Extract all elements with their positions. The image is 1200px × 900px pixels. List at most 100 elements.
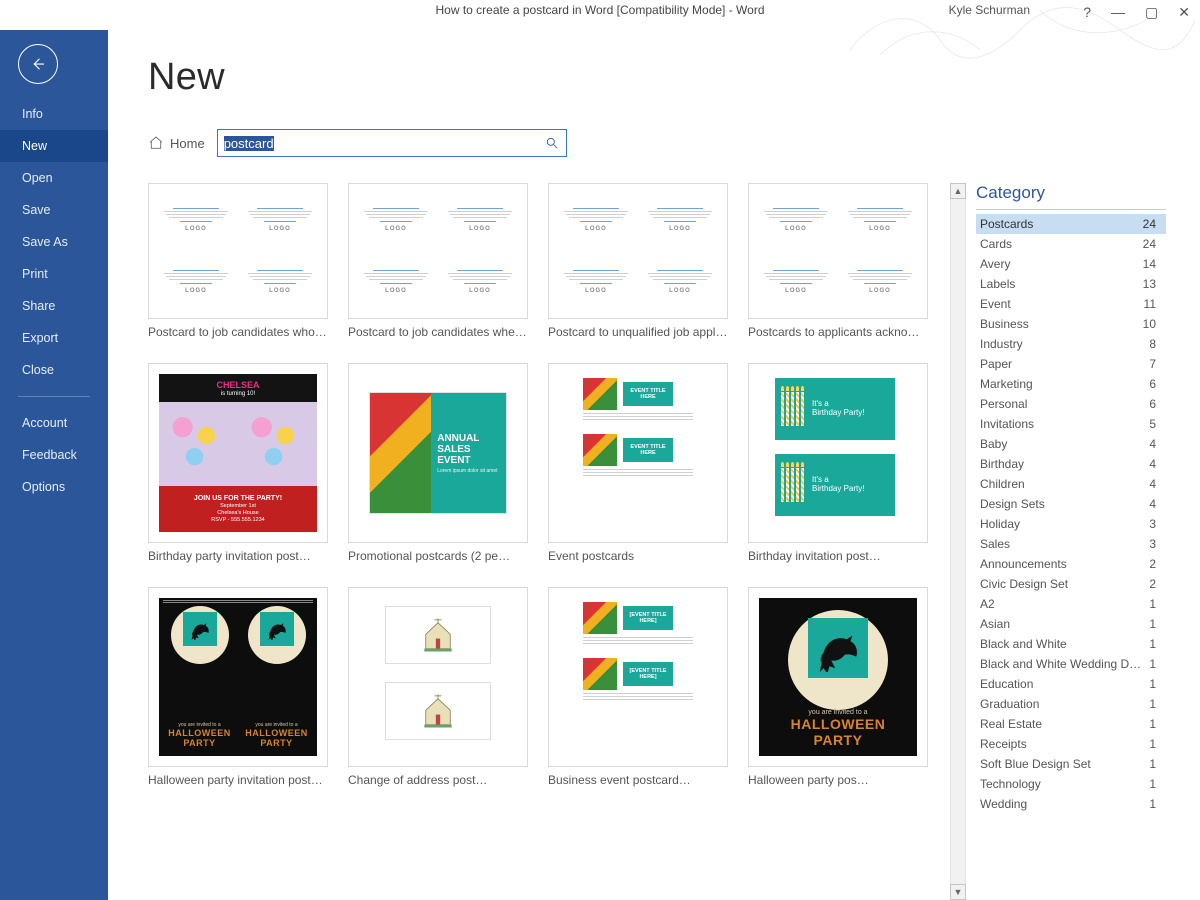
category-label: Black and White (980, 637, 1067, 651)
minimize-button[interactable]: — (1111, 4, 1125, 20)
category-graduation[interactable]: Graduation1 (976, 694, 1166, 714)
template-tile[interactable]: It's aBirthday Party!It's aBirthday Part… (748, 363, 928, 563)
template-tile[interactable]: [EVENT TITLE HERE][EVENT TITLE HERE]Busi… (548, 587, 728, 787)
search-input[interactable] (218, 130, 538, 156)
template-tile[interactable]: CHELSEAis turning 10!JOIN US FOR THE PAR… (148, 363, 328, 563)
template-tile[interactable]: you are invited to aHALLOWEENPARTYHallow… (748, 587, 928, 787)
template-label: Business event postcard… (548, 773, 728, 787)
category-label: Event (980, 297, 1011, 311)
category-design-sets[interactable]: Design Sets4 (976, 494, 1166, 514)
sidebar-item-account[interactable]: Account (0, 407, 108, 439)
category-sales[interactable]: Sales3 (976, 534, 1166, 554)
category-receipts[interactable]: Receipts1 (976, 734, 1166, 754)
scroll-down-button[interactable]: ▼ (950, 884, 966, 900)
sidebar-item-save-as[interactable]: Save As (0, 226, 108, 258)
category-announcements[interactable]: Announcements2 (976, 554, 1166, 574)
category-count: 1 (1149, 717, 1156, 731)
category-black-and-white[interactable]: Black and White 1 (976, 634, 1166, 654)
template-tile[interactable]: Change of address post… (348, 587, 528, 787)
gallery-scrollbar[interactable]: ▲ ▼ (950, 183, 966, 900)
category-label: Civic Design Set (980, 577, 1068, 591)
template-label: Halloween party invitation postc… (148, 773, 328, 787)
template-thumbnail: It's aBirthday Party!It's aBirthday Part… (748, 363, 928, 543)
category-postcards[interactable]: Postcards24 (976, 214, 1166, 234)
category-count: 4 (1149, 457, 1156, 471)
category-label: Personal (980, 397, 1027, 411)
category-invitations[interactable]: Invitations5 (976, 414, 1166, 434)
category-label: Cards (980, 237, 1012, 251)
category-cards[interactable]: Cards24 (976, 234, 1166, 254)
home-icon (148, 135, 164, 151)
template-tile[interactable]: EVENT TITLE HEREEVENT TITLE HEREEvent po… (548, 363, 728, 563)
scroll-up-button[interactable]: ▲ (950, 183, 966, 199)
search-button[interactable] (538, 136, 566, 150)
category-wedding[interactable]: Wedding1 (976, 794, 1166, 814)
sidebar-item-info[interactable]: Info (0, 98, 108, 130)
template-tile[interactable]: ANNUALSALESEVENTLorem ipsum dolor sit am… (348, 363, 528, 563)
category-count: 1 (1149, 697, 1156, 711)
category-paper[interactable]: Paper7 (976, 354, 1166, 374)
template-tile[interactable]: LOGOLOGOLOGOLOGOPostcards to applicants … (748, 183, 928, 339)
category-label: Education (980, 677, 1033, 691)
category-count: 1 (1149, 637, 1156, 651)
template-tile[interactable]: LOGOLOGOLOGOLOGOPostcard to job candidat… (348, 183, 528, 339)
template-thumbnail: you are invited to aHALLOWEENPARTY (748, 587, 928, 767)
category-holiday[interactable]: Holiday3 (976, 514, 1166, 534)
category-a2[interactable]: A21 (976, 594, 1166, 614)
category-count: 10 (1143, 317, 1156, 331)
category-count: 2 (1149, 577, 1156, 591)
help-icon[interactable]: ? (1083, 4, 1091, 20)
category-personal[interactable]: Personal 6 (976, 394, 1166, 414)
category-real-estate[interactable]: Real Estate 1 (976, 714, 1166, 734)
category-count: 6 (1149, 397, 1156, 411)
restore-button[interactable]: ▢ (1145, 4, 1158, 21)
category-label: Sales (980, 537, 1010, 551)
category-label: Invitations (980, 417, 1034, 431)
sidebar-item-feedback[interactable]: Feedback (0, 439, 108, 471)
signed-in-user[interactable]: Kyle Schurman (949, 3, 1030, 17)
scroll-track[interactable] (950, 199, 966, 884)
sidebar-item-new[interactable]: New (0, 130, 108, 162)
category-marketing[interactable]: Marketing6 (976, 374, 1166, 394)
category-soft-blue-design-set[interactable]: Soft Blue Design Set1 (976, 754, 1166, 774)
template-tile[interactable]: you are invited to aHALLOWEENPARTYyou ar… (148, 587, 328, 787)
sidebar-item-open[interactable]: Open (0, 162, 108, 194)
title-bar: How to create a postcard in Word [Compat… (0, 0, 1200, 30)
category-event[interactable]: Event11 (976, 294, 1166, 314)
category-industry[interactable]: Industry8 (976, 334, 1166, 354)
sidebar-item-save[interactable]: Save (0, 194, 108, 226)
category-baby[interactable]: Baby4 (976, 434, 1166, 454)
category-children[interactable]: Children4 (976, 474, 1166, 494)
category-label: Announcements (980, 557, 1067, 571)
arrow-left-icon (29, 55, 47, 73)
category-label: Soft Blue Design Set (980, 757, 1091, 771)
template-thumbnail: LOGOLOGOLOGOLOGO (148, 183, 328, 319)
sidebar-item-options[interactable]: Options (0, 471, 108, 503)
search-icon (545, 136, 559, 150)
back-button[interactable] (18, 44, 58, 84)
category-asian[interactable]: Asian1 (976, 614, 1166, 634)
template-thumbnail: LOGOLOGOLOGOLOGO (748, 183, 928, 319)
category-technology[interactable]: Technology1 (976, 774, 1166, 794)
template-tile[interactable]: LOGOLOGOLOGOLOGOPostcard to job candidat… (148, 183, 328, 339)
category-black-and-white-wedding-d-[interactable]: Black and White Wedding D…1 (976, 654, 1166, 674)
category-label: Real Estate (980, 717, 1042, 731)
category-label: Industry (980, 337, 1023, 351)
template-tile[interactable]: LOGOLOGOLOGOLOGOPostcard to unqualified … (548, 183, 728, 339)
category-business[interactable]: Business10 (976, 314, 1166, 334)
sidebar-item-close[interactable]: Close (0, 354, 108, 386)
template-search-box[interactable] (217, 129, 567, 157)
category-labels[interactable]: Labels13 (976, 274, 1166, 294)
category-avery[interactable]: Avery14 (976, 254, 1166, 274)
sidebar-item-share[interactable]: Share (0, 290, 108, 322)
category-birthday[interactable]: Birthday4 (976, 454, 1166, 474)
category-education[interactable]: Education1 (976, 674, 1166, 694)
template-thumbnail: LOGOLOGOLOGOLOGO (548, 183, 728, 319)
sidebar-item-print[interactable]: Print (0, 258, 108, 290)
category-label: Receipts (980, 737, 1027, 751)
breadcrumb-home[interactable]: Home (148, 135, 205, 151)
close-window-button[interactable]: ✕ (1178, 4, 1190, 21)
category-civic-design-set[interactable]: Civic Design Set 2 (976, 574, 1166, 594)
template-thumbnail (348, 587, 528, 767)
sidebar-item-export[interactable]: Export (0, 322, 108, 354)
